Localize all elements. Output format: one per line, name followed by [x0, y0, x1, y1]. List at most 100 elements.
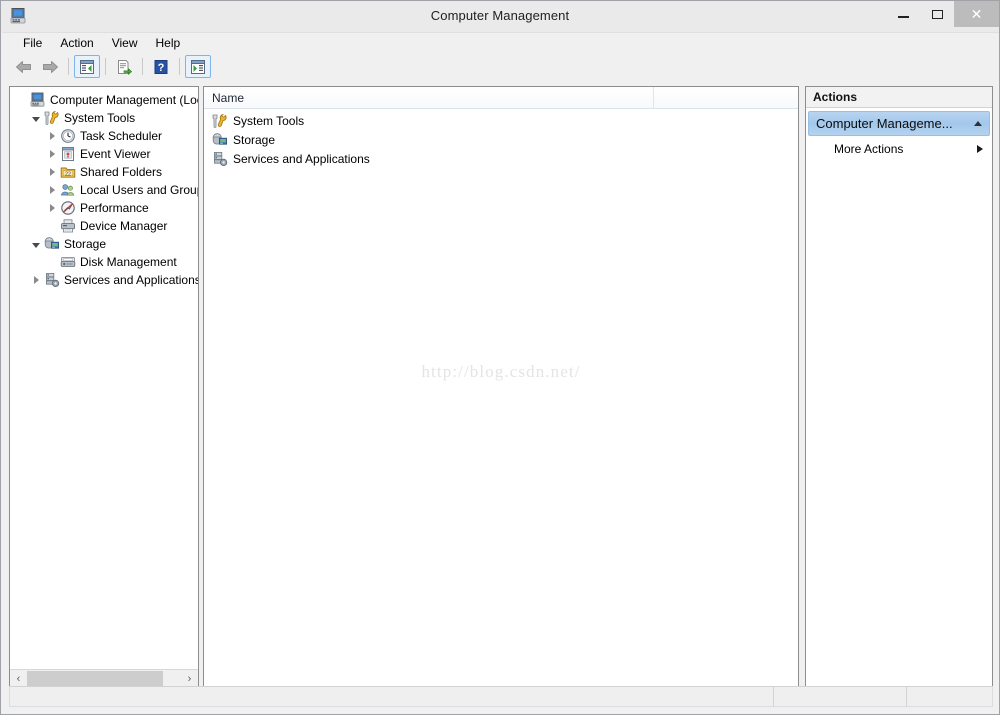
tree-expander[interactable]: [14, 91, 30, 109]
column-header-blank[interactable]: [654, 87, 798, 109]
column-header-name[interactable]: Name: [204, 87, 654, 109]
scroll-left-arrow-icon[interactable]: ‹: [10, 670, 27, 687]
question-mark-icon: ?: [154, 59, 168, 74]
forward-arrow-icon: [43, 60, 58, 73]
back-button[interactable]: [11, 55, 37, 78]
console-tree: Computer Management (Local System Tools: [10, 87, 198, 289]
tree-item-system-tools[interactable]: System Tools: [10, 109, 198, 127]
status-segment-secondary: [774, 687, 907, 706]
actions-group-computer-management[interactable]: Computer Manageme...: [808, 111, 990, 136]
system-tools-icon: [212, 113, 228, 129]
console-tree-icon: [80, 59, 94, 74]
action-pane-icon: [191, 59, 205, 74]
tree-item-event-viewer[interactable]: Event Viewer: [10, 145, 198, 163]
tree-expander[interactable]: [44, 163, 60, 181]
tree-item-computer-management[interactable]: Computer Management (Local: [10, 91, 198, 109]
maximize-button[interactable]: [920, 1, 954, 27]
actions-panel: Actions Computer Manageme... More Action…: [805, 86, 993, 688]
scroll-right-arrow-icon[interactable]: ›: [181, 670, 198, 687]
tree-item-label: Task Scheduler: [80, 129, 163, 143]
tree-expander[interactable]: [44, 181, 60, 199]
tree-item-services-and-applications[interactable]: Services and Applications: [10, 271, 198, 289]
forward-button[interactable]: [37, 55, 63, 78]
actions-item-label: More Actions: [834, 142, 904, 156]
expander-collapsed-icon: [49, 168, 55, 176]
list-item-storage[interactable]: Storage: [204, 130, 798, 149]
clock-icon: [60, 128, 76, 144]
tree-horizontal-scrollbar[interactable]: ‹ ›: [10, 669, 198, 687]
expander-collapsed-icon: [49, 204, 55, 212]
toolbar-separator: [105, 58, 106, 75]
menu-help[interactable]: Help: [147, 34, 190, 52]
expander-collapsed-icon: [49, 132, 55, 140]
tree-expander[interactable]: [44, 145, 60, 163]
tree-expander[interactable]: [28, 271, 44, 289]
event-viewer-icon: [60, 146, 76, 162]
toolbar: ?: [2, 53, 999, 80]
status-segment-main: [10, 687, 774, 706]
expander-collapsed-icon: [49, 186, 55, 194]
menu-action[interactable]: Action: [51, 34, 102, 52]
tree-item-label: Event Viewer: [80, 147, 151, 161]
list-item-services-and-applications[interactable]: Services and Applications: [204, 149, 798, 168]
list-item-label: Storage: [233, 132, 276, 147]
tree-expander[interactable]: [44, 127, 60, 145]
help-button[interactable]: ?: [148, 55, 174, 78]
tree-expander-placeholder: [44, 217, 60, 235]
tree-expander[interactable]: [28, 109, 44, 127]
status-bar: [9, 686, 993, 707]
tree-item-device-manager[interactable]: Device Manager: [10, 217, 198, 235]
tree-item-label: Performance: [80, 201, 149, 215]
tree-item-disk-management[interactable]: Disk Management: [10, 253, 198, 271]
users-groups-icon: [60, 182, 76, 198]
tree-expander[interactable]: [44, 199, 60, 217]
caret-right-icon[interactable]: [977, 145, 983, 153]
svg-text:22: 22: [65, 171, 71, 177]
close-icon: ✕: [970, 6, 983, 22]
storage-icon: [44, 236, 60, 252]
show-hide-console-tree-button[interactable]: [74, 55, 100, 78]
storage-icon: [212, 132, 228, 148]
minimize-button[interactable]: [886, 1, 920, 27]
services-icon: [44, 272, 60, 288]
tree-item-label: System Tools: [64, 111, 136, 125]
menu-bar: File Action View Help: [2, 32, 999, 53]
show-hide-action-pane-button[interactable]: [185, 55, 211, 78]
caret-up-icon[interactable]: [974, 121, 982, 126]
toolbar-separator: [179, 58, 180, 75]
window-title: Computer Management: [430, 8, 570, 23]
tree-expander[interactable]: [28, 235, 44, 253]
system-tools-icon: [44, 110, 60, 126]
export-list-icon: [118, 59, 132, 75]
computer-icon: [30, 92, 46, 108]
tree-item-performance[interactable]: Performance: [10, 199, 198, 217]
export-list-button[interactable]: [111, 55, 137, 78]
scrollbar-thumb[interactable]: [27, 671, 163, 686]
tree-item-local-users-and-groups[interactable]: Local Users and Groups: [10, 181, 198, 199]
status-segment-tertiary: [907, 687, 992, 706]
list-item-label: Services and Applications: [233, 151, 370, 166]
disk-management-icon: [60, 254, 76, 270]
actions-group-label: Computer Manageme...: [816, 116, 953, 131]
list-panel: Name System Tools Storage Services and A…: [203, 86, 799, 688]
close-button[interactable]: ✕: [954, 1, 999, 27]
device-manager-icon: [60, 218, 76, 234]
scrollbar-track[interactable]: [27, 670, 181, 687]
tree-item-task-scheduler[interactable]: Task Scheduler: [10, 127, 198, 145]
actions-panel-header: Actions: [806, 87, 992, 108]
tree-item-storage[interactable]: Storage: [10, 235, 198, 253]
tree-item-label: Disk Management: [80, 255, 177, 269]
svg-text:?: ?: [158, 62, 165, 74]
actions-item-more-actions[interactable]: More Actions: [806, 138, 992, 160]
expander-expanded-icon: [32, 242, 40, 248]
list-item-label: System Tools: [233, 113, 305, 128]
minimize-icon: [897, 15, 909, 18]
list-item-system-tools[interactable]: System Tools: [204, 111, 798, 130]
menu-view[interactable]: View: [103, 34, 147, 52]
back-arrow-icon: [16, 60, 31, 73]
tree-item-shared-folders[interactable]: 22 Shared Folders: [10, 163, 198, 181]
tree-item-label: Storage: [64, 237, 107, 251]
tree-item-label: Device Manager: [80, 219, 168, 233]
watermark-text: http://blog.csdn.net/: [421, 362, 581, 381]
menu-file[interactable]: File: [14, 34, 51, 52]
